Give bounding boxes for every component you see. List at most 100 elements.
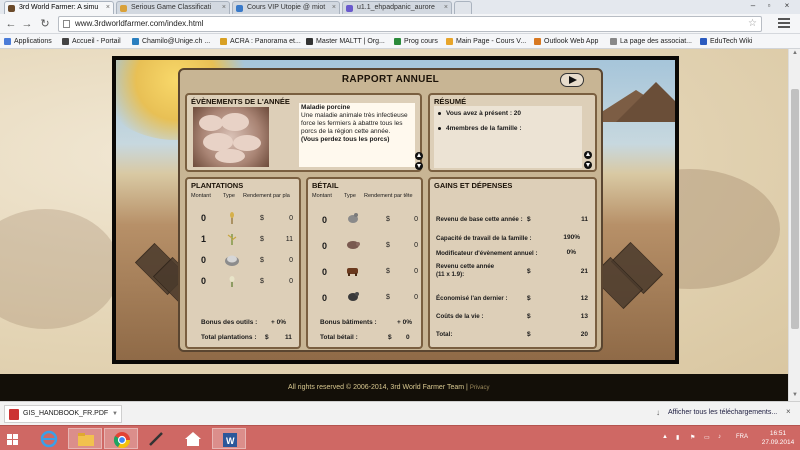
language-indicator[interactable]: FRA — [736, 434, 748, 440]
bookmark-main-page[interactable]: Main Page - Cours V... — [446, 36, 526, 47]
close-icon[interactable]: × — [332, 2, 336, 14]
gains-value: 21 — [580, 268, 588, 275]
tab-3rd-world-farmer[interactable]: 3rd World Farmer: A simu × — [4, 1, 114, 14]
row-value: 0 — [414, 294, 418, 301]
bookmark-maltt[interactable]: Master MALTT | Org... — [306, 36, 385, 47]
internet-explorer-icon — [40, 430, 58, 448]
home-icon — [185, 432, 201, 446]
address-bar[interactable]: www.3rdworldfarmer.com/index.html ☆ — [58, 16, 762, 32]
copyright-text: All rights reserved © 2006-2014, 3rd Wor… — [288, 384, 489, 391]
bookmark-associations[interactable]: La page des associat... — [610, 36, 692, 47]
taskbar-ie[interactable] — [32, 428, 66, 449]
gains-label: Capacité de travail de la famille : — [436, 235, 532, 242]
gains-title: GAINS ET DÉPENSES — [434, 181, 513, 190]
pig-icon — [345, 237, 360, 251]
back-icon[interactable]: ← — [4, 17, 18, 31]
bookmark-label: Master MALTT | Org... — [316, 38, 385, 45]
tab-ehpadpanic[interactable]: u1.1_ehpadpanic_aurore × — [342, 1, 452, 14]
bookmark-edutech[interactable]: EduTech Wiki — [700, 36, 752, 47]
bookmark-chamilo[interactable]: Chamilo@Unige.ch ... — [132, 36, 210, 47]
scroll-up-icon[interactable] — [584, 151, 592, 159]
plantations-title: PLANTATIONS — [191, 181, 244, 190]
scroll-down-icon[interactable] — [415, 162, 423, 170]
tray-battery-icon[interactable]: ▭ — [704, 434, 710, 441]
bookmark-star-icon[interactable]: ☆ — [748, 17, 757, 31]
tray-arrow-icon[interactable]: ▲ — [662, 434, 668, 440]
page-scrollbar[interactable]: ▲ ▼ — [788, 49, 800, 401]
gains-label: Modificateur d'évènement annuel : — [436, 250, 538, 257]
cotton-icon — [224, 253, 239, 267]
word-icon: W — [223, 433, 237, 447]
taskbar-tool[interactable] — [140, 428, 174, 449]
bookmark-label: Applications — [14, 38, 52, 45]
close-icon[interactable]: × — [444, 2, 448, 14]
row-value: 0 — [414, 216, 418, 223]
bookmark-acra[interactable]: ACRA : Panorama et... — [220, 36, 301, 47]
close-icon[interactable]: × — [222, 2, 226, 14]
scroll-down-icon[interactable]: ▼ — [791, 392, 799, 400]
tray-volume-icon[interactable]: ♪ — [718, 434, 721, 440]
event-description-box: Maladie porcine Une maladie animale très… — [299, 103, 415, 167]
download-item[interactable]: GIS_HANDBOOK_FR.PDF ▼ — [4, 405, 122, 423]
bookmark-accueil[interactable]: Accueil - Portail — [62, 36, 121, 47]
maximize-icon[interactable]: ▫ — [762, 0, 776, 12]
bookmark-outlook[interactable]: Outlook Web App — [534, 36, 598, 47]
row-value: 0 — [414, 242, 418, 249]
reload-icon[interactable]: ↻ — [38, 17, 52, 31]
livestock-panel: BÉTAIL Montant Type Rendement par tête 0… — [306, 177, 423, 349]
header-amount: Montant — [312, 193, 332, 199]
tray-flag-icon[interactable]: ⚑ — [690, 434, 695, 441]
tab-serious-game[interactable]: Serious Game Classificati × — [116, 1, 230, 14]
privacy-link[interactable]: Privacy — [470, 385, 490, 391]
bookmark-icon — [394, 38, 401, 45]
gains-panel: GAINS ET DÉPENSES Revenu de base cette a… — [428, 177, 597, 349]
bookmark-icon — [132, 38, 139, 45]
close-window-icon[interactable]: × — [780, 0, 794, 12]
scroll-up-icon[interactable] — [415, 152, 423, 160]
scroll-down-icon[interactable] — [584, 161, 592, 169]
start-button[interactable] — [0, 428, 28, 449]
tab-cours-vip[interactable]: Cours VIP Utopie @ miot × — [232, 1, 340, 14]
chevron-down-icon[interactable]: ▼ — [112, 406, 118, 422]
row-value: 0 — [289, 278, 293, 285]
tool-bonus-label: Bonus des outils : — [201, 319, 258, 326]
scrollbar-thumb[interactable] — [791, 89, 799, 329]
bookmark-applications[interactable]: Applications — [4, 36, 52, 47]
goat-icon — [345, 289, 359, 303]
scroll-up-icon[interactable]: ▲ — [791, 50, 799, 58]
minimize-icon[interactable]: – — [746, 0, 760, 12]
tool-icon — [149, 432, 163, 446]
taskbar-home[interactable] — [176, 428, 210, 449]
close-downloads-icon[interactable]: × — [786, 407, 791, 416]
tray-network-icon[interactable]: ▮ — [676, 434, 679, 441]
taskbar-clock[interactable]: 16:51 27.09.2014 — [760, 429, 796, 447]
menu-icon[interactable] — [778, 18, 790, 30]
site-footer: All rights reserved © 2006-2014, 3rd Wor… — [0, 374, 788, 401]
gains-currency: $ — [527, 216, 531, 223]
copyright-label: All rights reserved © 2006-2014, 3rd Wor… — [288, 384, 468, 391]
bookmark-prog-cours[interactable]: Prog cours — [394, 36, 438, 47]
bookmark-label: La page des associat... — [620, 38, 692, 45]
total-livestock-value: 0 — [406, 334, 410, 341]
row-value: 11 — [285, 236, 293, 243]
total-plantations-currency: $ — [265, 334, 269, 341]
taskbar-word[interactable]: W — [212, 428, 246, 449]
gains-currency: $ — [527, 268, 531, 275]
close-icon[interactable]: × — [106, 2, 110, 14]
event-description: Une maladie animale très infectieuse for… — [301, 112, 408, 135]
corn-icon — [225, 232, 239, 246]
new-tab-button[interactable] — [454, 1, 472, 14]
wheat-icon — [225, 211, 239, 225]
event-name: Maladie porcine — [301, 104, 351, 111]
taskbar-explorer[interactable] — [68, 428, 102, 449]
gains-currency: $ — [527, 295, 531, 302]
summary-title: RÉSUMÉ — [434, 97, 467, 106]
continue-button[interactable] — [560, 73, 584, 87]
taskbar-chrome[interactable] — [104, 428, 138, 449]
tab-label: Serious Game Classificati — [131, 4, 212, 11]
page-icon — [63, 20, 70, 28]
forward-icon[interactable]: → — [20, 17, 34, 31]
tab-favicon — [120, 5, 127, 12]
show-all-downloads-link[interactable]: ↓ Afficher tous les téléchargements... — [656, 408, 777, 417]
bookmark-icon — [446, 38, 453, 45]
